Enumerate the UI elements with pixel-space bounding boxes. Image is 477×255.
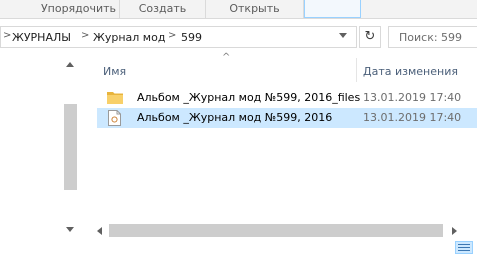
ribbon-group-new[interactable]: Создать	[120, 0, 206, 18]
ribbon-group-select[interactable]	[304, 0, 361, 18]
scrollbar-thumb[interactable]	[64, 104, 77, 190]
refresh-button[interactable]: ↻	[359, 26, 381, 48]
breadcrumb-599[interactable]: 599	[181, 31, 202, 44]
folder-icon	[107, 92, 123, 104]
file-date: 13.01.2019 17:40	[363, 111, 462, 124]
ribbon-group-label: Создать	[138, 2, 187, 15]
breadcrumb-separator-icon[interactable]: >	[3, 30, 11, 41]
column-name-header[interactable]: Имя	[103, 65, 126, 78]
breadcrumb-separator-icon[interactable]: >	[81, 30, 89, 41]
ribbon: Упорядочить Создать Открыть	[0, 0, 477, 19]
scroll-down-icon[interactable]	[66, 227, 74, 232]
breadcrumb-zhurnaly[interactable]: ЖУРНАЛЫ	[12, 31, 71, 44]
scrollbar-thumb[interactable]	[109, 224, 443, 237]
file-date: 13.01.2019 17:40	[363, 91, 462, 104]
ribbon-group-label: Открыть	[229, 2, 280, 15]
status-bar	[0, 239, 477, 255]
sort-up-icon: ^	[222, 52, 231, 63]
address-bar[interactable]: > ЖУРНАЛЫ > Журнал мод > 599	[0, 26, 357, 48]
details-view-icon[interactable]	[455, 241, 473, 254]
horizontal-scrollbar[interactable]	[79, 222, 477, 239]
scroll-left-icon[interactable]	[97, 227, 102, 235]
chevron-down-icon[interactable]	[339, 33, 347, 38]
ribbon-group-organize[interactable]: Упорядочить	[38, 0, 120, 18]
file-name: Альбом _Журнал мод №599, 2016_files	[137, 91, 361, 104]
ribbon-group-open[interactable]: Открыть	[206, 0, 304, 18]
column-date-header[interactable]: Дата изменения	[363, 65, 458, 78]
breadcrumb-separator-icon[interactable]: >	[168, 30, 176, 41]
file-row[interactable]: Альбом _Журнал мод №599, 2016_files 13.0…	[97, 88, 477, 108]
file-name: Альбом _Журнал мод №599, 2016	[137, 111, 333, 124]
scroll-up-icon[interactable]	[66, 62, 74, 67]
refresh-icon: ↻	[364, 29, 376, 44]
html-file-icon	[108, 110, 121, 126]
nav-pane-scrollbar[interactable]	[62, 56, 79, 238]
column-header: ^ Имя Дата изменения	[95, 52, 477, 82]
column-divider[interactable]	[356, 58, 357, 82]
address-bar-row: > ЖУРНАЛЫ > Журнал мод > 599 ↻ Поиск: 59…	[0, 26, 477, 50]
breadcrumb-zhurnal-mod[interactable]: Журнал мод	[93, 31, 165, 44]
scroll-right-icon[interactable]	[452, 227, 457, 235]
ribbon-group-label: Упорядочить	[40, 2, 117, 15]
file-row-selected[interactable]: Альбом _Журнал мод №599, 2016 13.01.2019…	[97, 108, 477, 128]
search-input[interactable]: Поиск: 599	[388, 26, 477, 48]
